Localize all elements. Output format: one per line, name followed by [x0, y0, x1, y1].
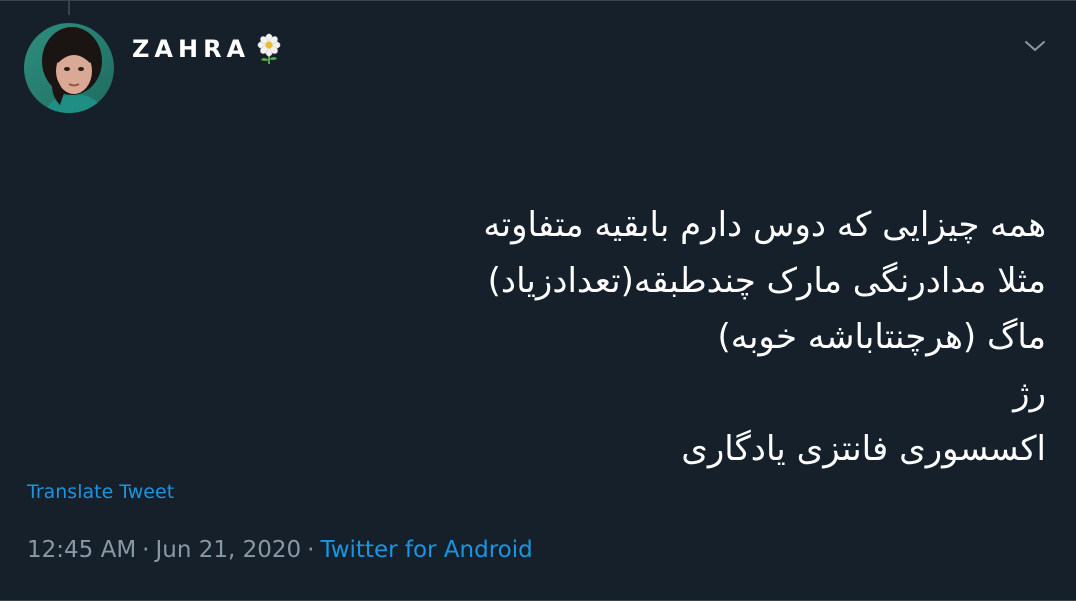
tweet-text-line: رژ [1013, 373, 1046, 413]
avatar[interactable] [24, 23, 114, 113]
author-name[interactable]: ZAHRA [132, 33, 250, 65]
translate-tweet-link[interactable]: Translate Tweet [27, 481, 174, 503]
tweet-source-link[interactable]: Twitter for Android [320, 537, 532, 563]
tweet-time[interactable]: 12:45 AM [27, 537, 136, 563]
tweet-date[interactable]: Jun 21, 2020 [155, 537, 301, 563]
meta-separator: · [307, 537, 315, 563]
tweet-text-line: همه چیزایی که دوس دارم بابقیه متفاوته [483, 205, 1046, 245]
thread-line [68, 1, 70, 15]
tweet-meta: 12:45 AM · Jun 21, 2020 · Twitter for Androi… [27, 537, 533, 563]
author-header[interactable]: ZAHRA [132, 33, 284, 65]
meta-separator: · [142, 537, 150, 563]
tweet-menu-button[interactable] [1018, 29, 1052, 63]
white-flower-icon [254, 33, 284, 65]
chevron-down-icon [1025, 41, 1045, 51]
tweet-text: همه چیزایی که دوس دارم بابقیه متفاوته مث… [483, 197, 1046, 477]
tweet-text-line: اکسسوری فانتزی یادگاری [681, 429, 1046, 469]
tweet-card: ZAHRA همه چیزایی که دوس دارم بابقیه متفا… [0, 0, 1076, 601]
tweet-text-line: مثلا مدادرنگی مارک چندطبقه(تعدادزیاد) [487, 261, 1046, 301]
tweet-text-line: ماگ (هرچنتاباشه خوبه) [717, 317, 1046, 357]
